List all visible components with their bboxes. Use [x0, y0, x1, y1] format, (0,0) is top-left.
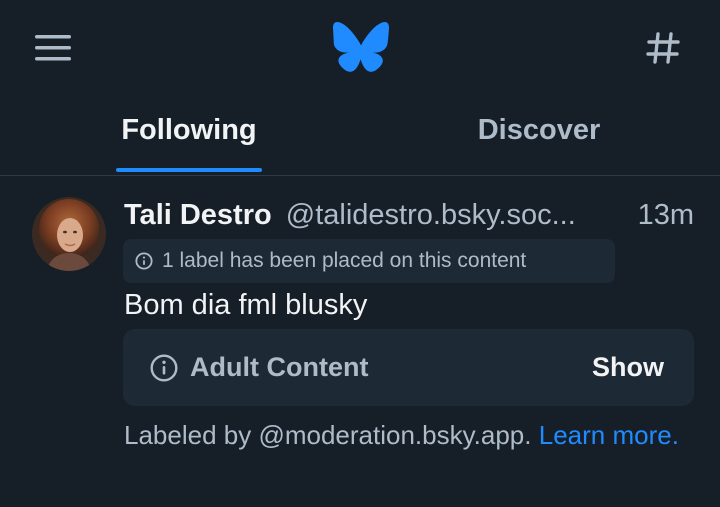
feed-tabs: Following Discover — [0, 100, 720, 176]
content-warning[interactable]: Adult Content Show — [123, 329, 694, 406]
post-header: Tali Destro @talidestro.bsky.soc... 13m — [124, 197, 704, 237]
content-warning-label: Adult Content — [190, 352, 369, 382]
top-bar — [0, 0, 720, 100]
labeled-by-text: Labeled by @moderation.bsky.app. Learn m… — [124, 419, 684, 452]
info-circle-icon — [135, 252, 153, 270]
label-notice-text: 1 label has been placed on this content — [162, 249, 527, 272]
active-tab-indicator — [116, 168, 262, 172]
tab-discover-label: Discover — [477, 114, 601, 146]
label-notice[interactable]: 1 label has been placed on this content — [123, 239, 615, 283]
hashtag-icon — [646, 32, 680, 64]
tab-discover[interactable]: Discover — [472, 110, 606, 172]
author-name[interactable]: Tali Destro — [124, 199, 272, 231]
avatar[interactable] — [32, 197, 106, 271]
labeled-by-prefix: Labeled by @moderation.bsky.app. — [124, 420, 532, 450]
feeds-button[interactable] — [638, 24, 688, 72]
butterfly-logo-icon[interactable] — [333, 22, 389, 72]
post-timestamp[interactable]: 13m — [638, 197, 694, 233]
author-handle[interactable]: @talidestro.bsky.soc... — [286, 199, 576, 231]
show-content-button[interactable]: Show — [592, 348, 664, 386]
tab-following[interactable]: Following — [116, 110, 262, 172]
learn-more-link[interactable]: Learn more. — [539, 420, 679, 450]
feed-post[interactable]: Tali Destro @talidestro.bsky.soc... 13m … — [0, 177, 720, 507]
menu-button[interactable] — [30, 28, 76, 68]
post-text: Bom dia fml blusky — [124, 289, 368, 321]
tab-following-label: Following — [121, 114, 257, 146]
hamburger-menu-icon — [35, 35, 71, 61]
info-circle-icon — [150, 354, 178, 382]
